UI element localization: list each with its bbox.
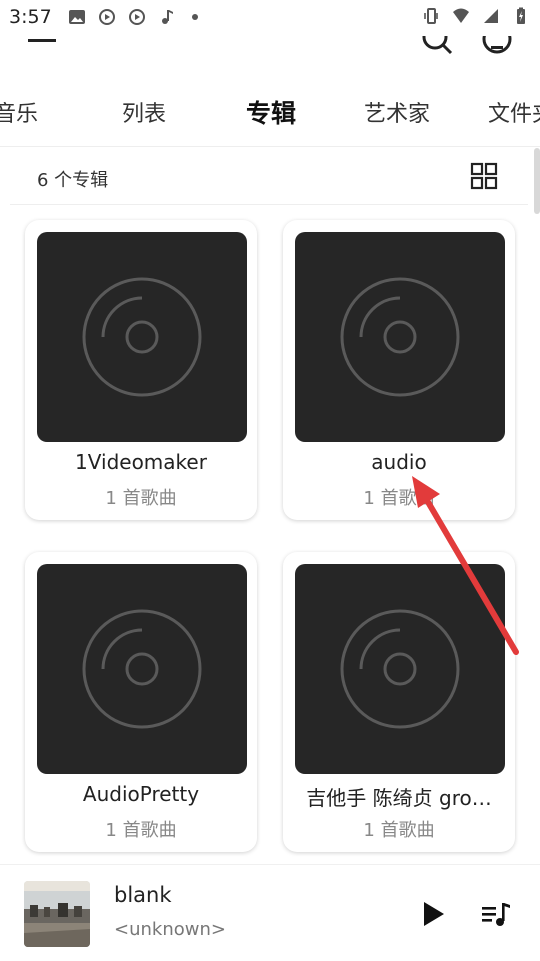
album-title: audio [371, 450, 427, 474]
system-icons [422, 7, 530, 25]
toolbar [0, 36, 540, 66]
menu-icon[interactable] [28, 36, 56, 46]
album-song-count: 1 首歌曲 [363, 488, 435, 509]
more-icon[interactable] [480, 36, 514, 56]
notification-icons [68, 8, 198, 26]
divider [0, 146, 540, 147]
disc-icon [82, 277, 202, 397]
tab-folders[interactable]: 文件夹 [488, 96, 540, 128]
now-playing-artwork[interactable] [24, 881, 90, 947]
wifi-icon [453, 8, 469, 23]
album-card[interactable]: 吉他手 陈绮贞 gro… 1 首歌曲 [283, 552, 515, 852]
tab-artists[interactable]: 艺术家 [364, 96, 430, 128]
disc-icon [82, 609, 202, 729]
vibrate-icon [424, 8, 438, 24]
sync-icon [99, 9, 115, 25]
header-divider [10, 204, 528, 205]
status-bar: 3:57 [0, 0, 540, 36]
grid-icon[interactable] [470, 162, 498, 190]
album-title: AudioPretty [82, 782, 200, 806]
album-card[interactable]: AudioPretty 1 首歌曲 [25, 552, 257, 852]
signal-icon [484, 9, 498, 23]
dot-icon [192, 14, 198, 20]
mini-player[interactable]: blank <unknown> [0, 864, 540, 961]
album-cover [295, 232, 505, 442]
tab-music[interactable]: 音乐 [0, 96, 38, 128]
battery-charging-icon [517, 7, 525, 24]
tab-albums[interactable]: 专辑 [246, 94, 296, 130]
album-count: 6 个专辑 [37, 170, 109, 191]
tab-playlists[interactable]: 列表 [122, 96, 166, 128]
playlist-queue-icon[interactable] [480, 899, 512, 929]
track-title: blank [114, 883, 172, 907]
search-icon[interactable] [420, 36, 454, 56]
image-icon [69, 10, 85, 24]
album-card[interactable]: audio 1 首歌曲 [283, 220, 515, 520]
music-note-icon [162, 10, 173, 24]
album-song-count: 1 首歌曲 [105, 820, 177, 841]
album-song-count: 1 首歌曲 [363, 820, 435, 841]
album-card[interactable]: 1Videomaker 1 首歌曲 [25, 220, 257, 520]
album-title: 1Videomaker [75, 450, 207, 474]
album-cover [295, 564, 505, 774]
scrollbar[interactable] [534, 148, 540, 214]
status-time: 3:57 [9, 6, 52, 28]
disc-icon [340, 609, 460, 729]
album-song-count: 1 首歌曲 [105, 488, 177, 509]
album-cover [37, 232, 247, 442]
disc-icon [340, 277, 460, 397]
album-cover [37, 564, 247, 774]
play-icon[interactable] [418, 899, 448, 929]
tab-bar: 音乐 列表 专辑 艺术家 文件夹 [0, 84, 540, 142]
track-artist: <unknown> [114, 919, 226, 940]
sync-icon [129, 9, 145, 25]
album-title: 吉他手 陈绮贞 gro… [306, 786, 492, 810]
